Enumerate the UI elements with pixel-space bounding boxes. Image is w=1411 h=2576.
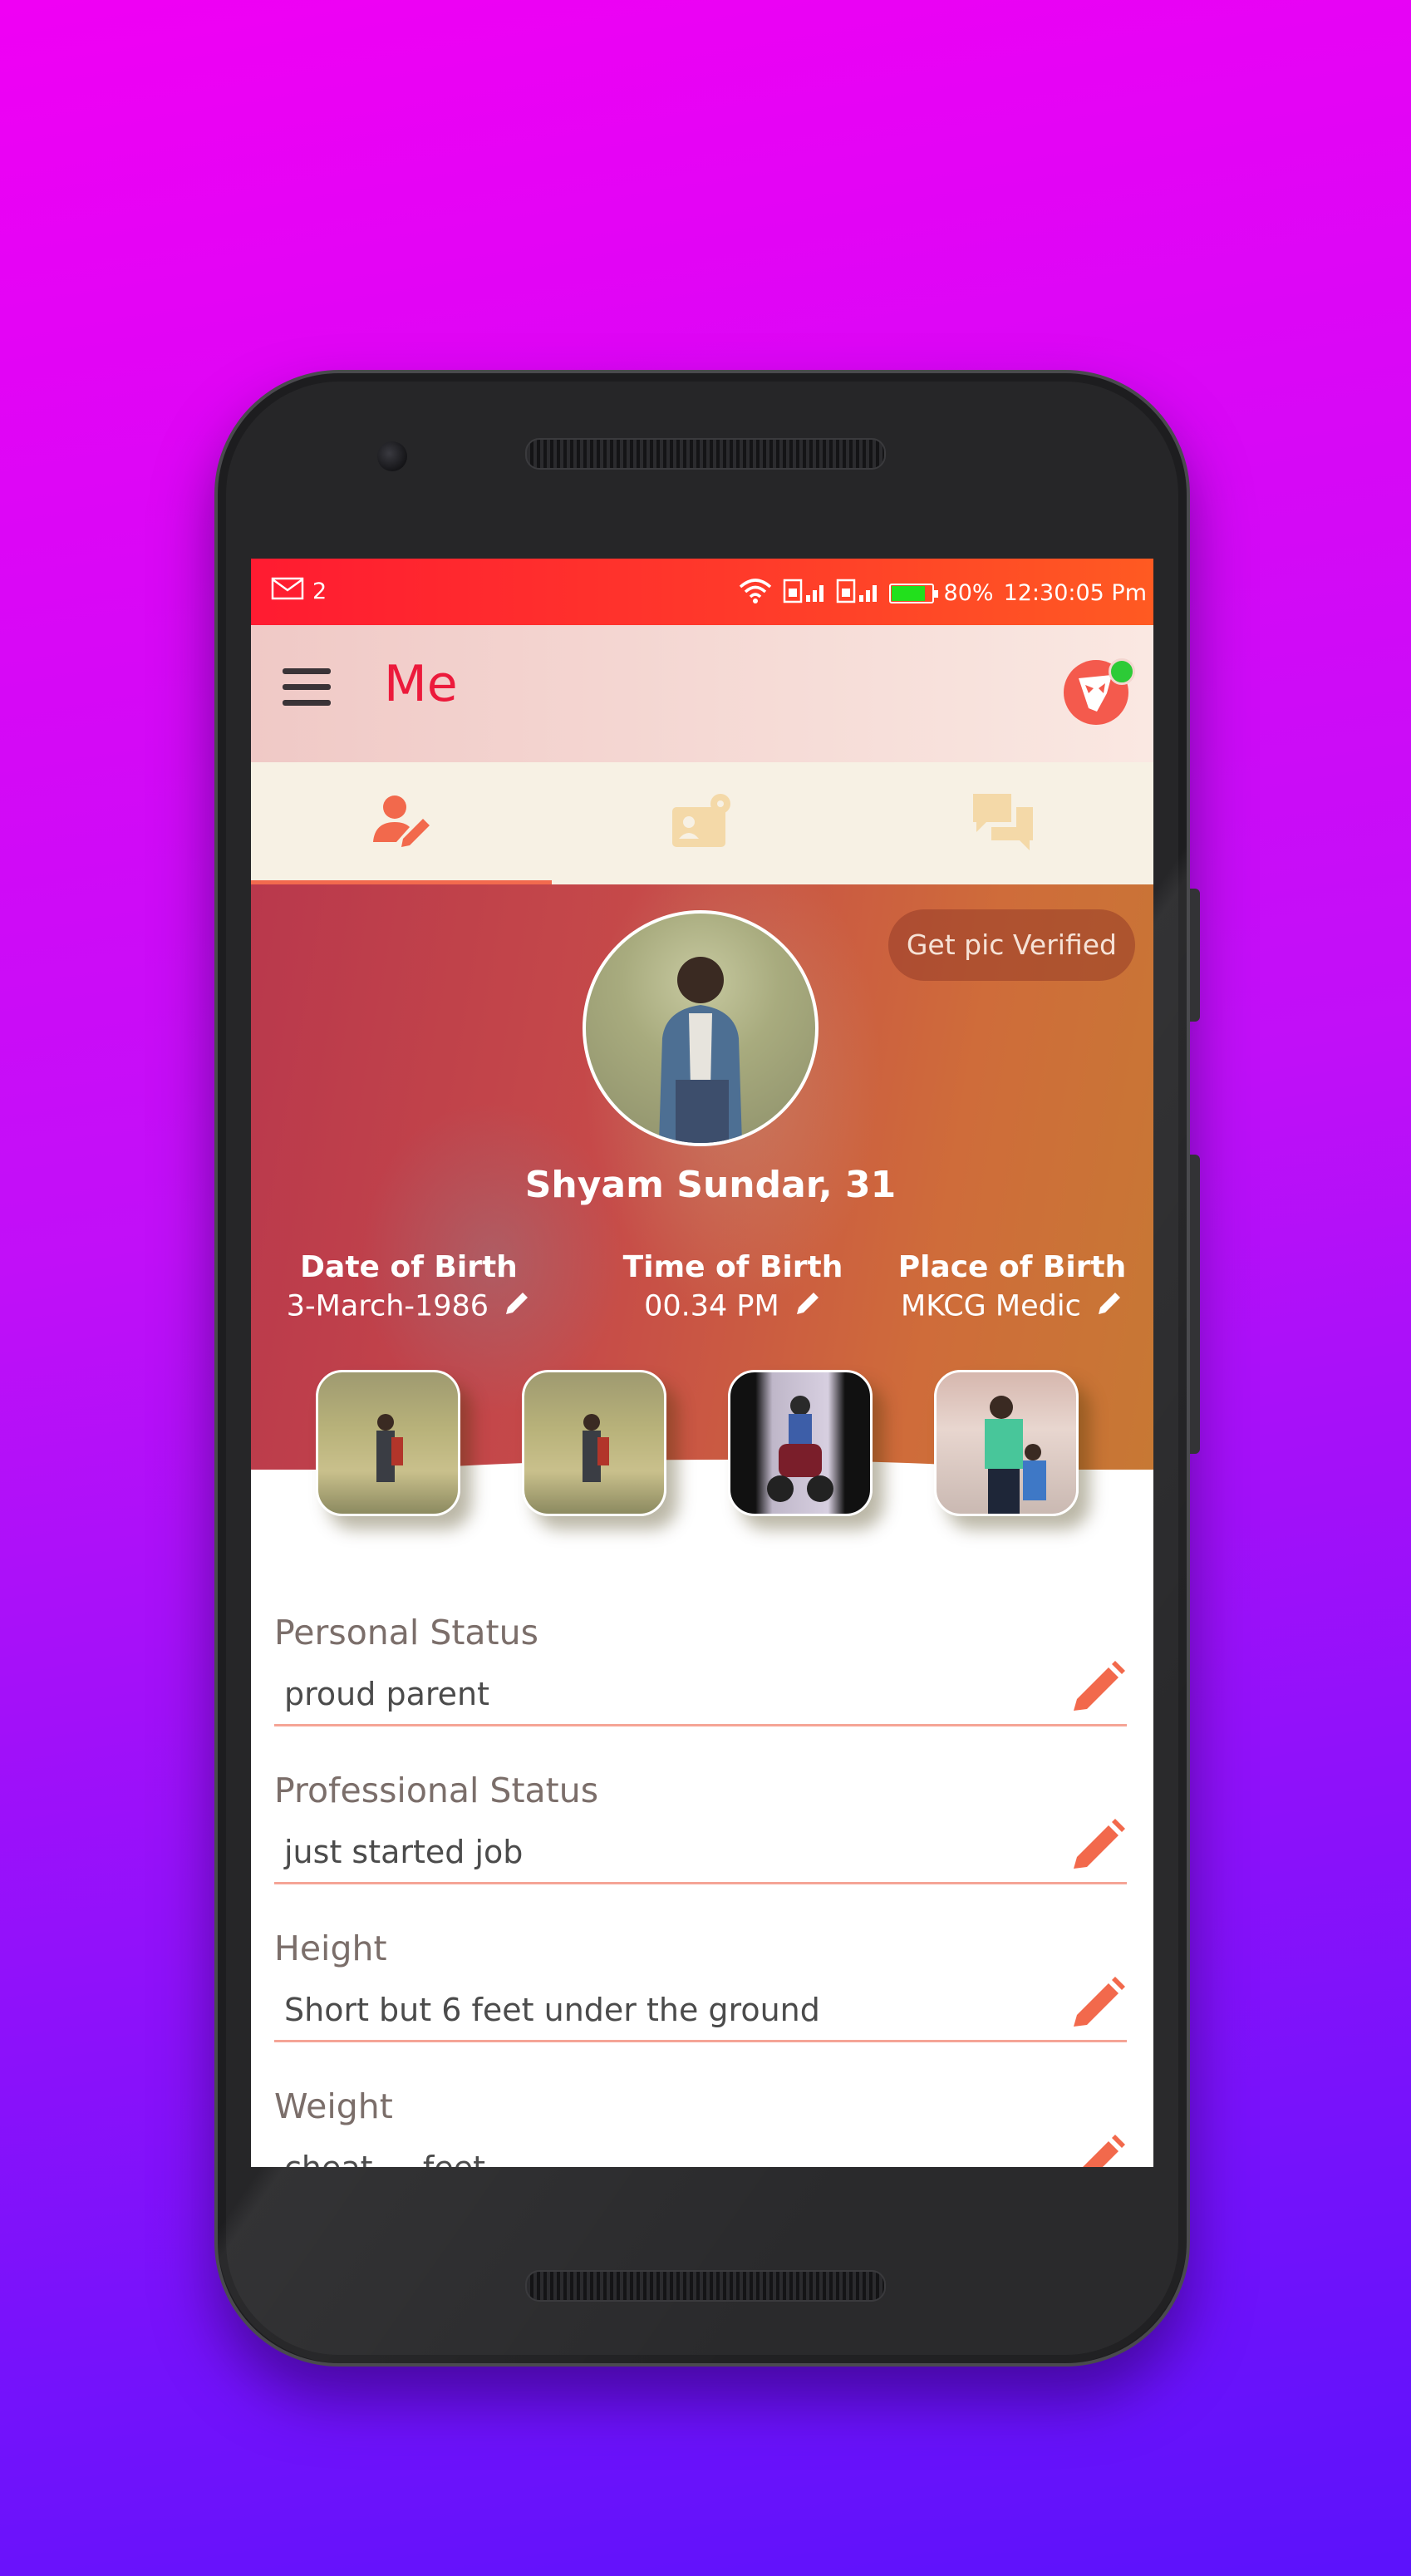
professional-status-field: Professional Status just started job xyxy=(274,1771,1127,1884)
avatar[interactable] xyxy=(583,910,819,1146)
place-of-birth-value: MKCG Medic xyxy=(901,1289,1081,1323)
sim2-signal-icon xyxy=(836,577,879,609)
app-bar: Me xyxy=(251,625,1153,762)
time-of-birth: Time of Birth 00.34 PM xyxy=(608,1250,858,1325)
tab-profile[interactable] xyxy=(251,762,552,884)
edit-pencil-icon[interactable] xyxy=(1069,1659,1127,1721)
edit-pencil-icon[interactable] xyxy=(1069,2133,1127,2167)
edit-time-icon[interactable] xyxy=(794,1289,822,1325)
battery-percent: 80% xyxy=(943,580,994,606)
birth-details: Date of Birth 3-March-1986 Time of Birth… xyxy=(251,1250,1153,1350)
tab-chat[interactable] xyxy=(853,762,1153,884)
status-bar: 2 80% 12:30:05 Pm xyxy=(251,559,1153,625)
profile-name-age: Shyam Sundar, 31 xyxy=(524,1164,897,1206)
message-count: 2 xyxy=(312,579,327,604)
weight-value[interactable]: cheat ... feet xyxy=(284,2150,485,2167)
height-field: Height Short but 6 feet under the ground xyxy=(274,1928,1127,2042)
date-of-birth: Date of Birth 3-March-1986 xyxy=(284,1250,533,1325)
app-logo-icon[interactable] xyxy=(1064,658,1135,725)
edit-pencil-icon[interactable] xyxy=(1069,1817,1127,1879)
app-screen: 2 80% 12:30:05 Pm Me Get pic Verified Sh… xyxy=(251,559,1153,2167)
profile-settings-icon xyxy=(669,789,735,859)
weight-label: Weight xyxy=(274,2086,393,2126)
height-value[interactable]: Short but 6 feet under the ground xyxy=(284,1992,820,2028)
page-title: Me xyxy=(384,655,458,713)
personal-status-field: Personal Status proud parent xyxy=(274,1613,1127,1726)
get-pic-verified-button[interactable]: Get pic Verified xyxy=(887,909,1135,981)
height-label: Height xyxy=(274,1928,387,1968)
bottom-speaker xyxy=(525,2270,886,2302)
date-of-birth-label: Date of Birth xyxy=(300,1250,518,1284)
earpiece-speaker xyxy=(525,438,886,470)
tab-bar xyxy=(251,762,1153,884)
place-of-birth: Place of Birth MKCG Medic xyxy=(887,1250,1137,1325)
photo-thumbnail[interactable] xyxy=(728,1370,873,1516)
power-button xyxy=(1190,1155,1200,1454)
person-edit-icon xyxy=(368,789,435,859)
date-of-birth-value: 3-March-1986 xyxy=(286,1289,489,1323)
menu-icon[interactable] xyxy=(283,668,331,707)
edit-pencil-icon[interactable] xyxy=(1069,1975,1127,2037)
photo-thumbnail[interactable] xyxy=(316,1370,460,1516)
battery-icon xyxy=(888,583,938,603)
sim1-signal-icon xyxy=(783,577,826,609)
front-camera xyxy=(377,441,407,471)
online-indicator xyxy=(1109,658,1135,685)
personal-status-label: Personal Status xyxy=(274,1613,538,1652)
time-of-birth-label: Time of Birth xyxy=(622,1250,843,1284)
chat-icon xyxy=(970,789,1036,859)
tab-profile-settings[interactable] xyxy=(552,762,853,884)
professional-status-value[interactable]: just started job xyxy=(284,1834,523,1870)
clock: 12:30:05 Pm xyxy=(1003,580,1147,606)
time-of-birth-value: 00.34 PM xyxy=(644,1289,779,1323)
personal-status-value[interactable]: proud parent xyxy=(284,1676,489,1712)
professional-status-label: Professional Status xyxy=(274,1771,599,1810)
wifi-icon xyxy=(738,577,773,609)
edit-place-icon[interactable] xyxy=(1095,1289,1123,1325)
volume-button xyxy=(1190,889,1200,1022)
edit-date-icon[interactable] xyxy=(503,1289,531,1325)
place-of-birth-label: Place of Birth xyxy=(897,1250,1127,1284)
photo-thumbnail[interactable] xyxy=(522,1370,666,1516)
photo-thumbnail[interactable] xyxy=(934,1370,1079,1516)
mail-icon xyxy=(271,577,304,606)
weight-field: Weight cheat ... feet xyxy=(274,2086,1127,2167)
